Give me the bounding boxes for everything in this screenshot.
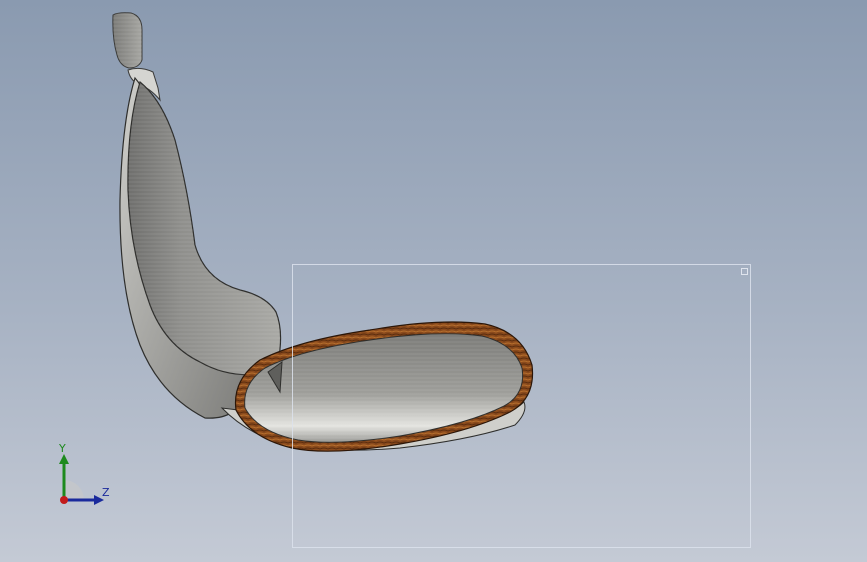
- graphics-viewport[interactable]: Y Z: [0, 0, 867, 562]
- corner-handle-icon[interactable]: [741, 268, 748, 275]
- axis-y-label: Y: [59, 442, 66, 455]
- selection-bounding-box: [292, 264, 751, 548]
- coordinate-triad[interactable]: Y Z: [48, 440, 118, 510]
- axis-z-label: Z: [102, 486, 110, 499]
